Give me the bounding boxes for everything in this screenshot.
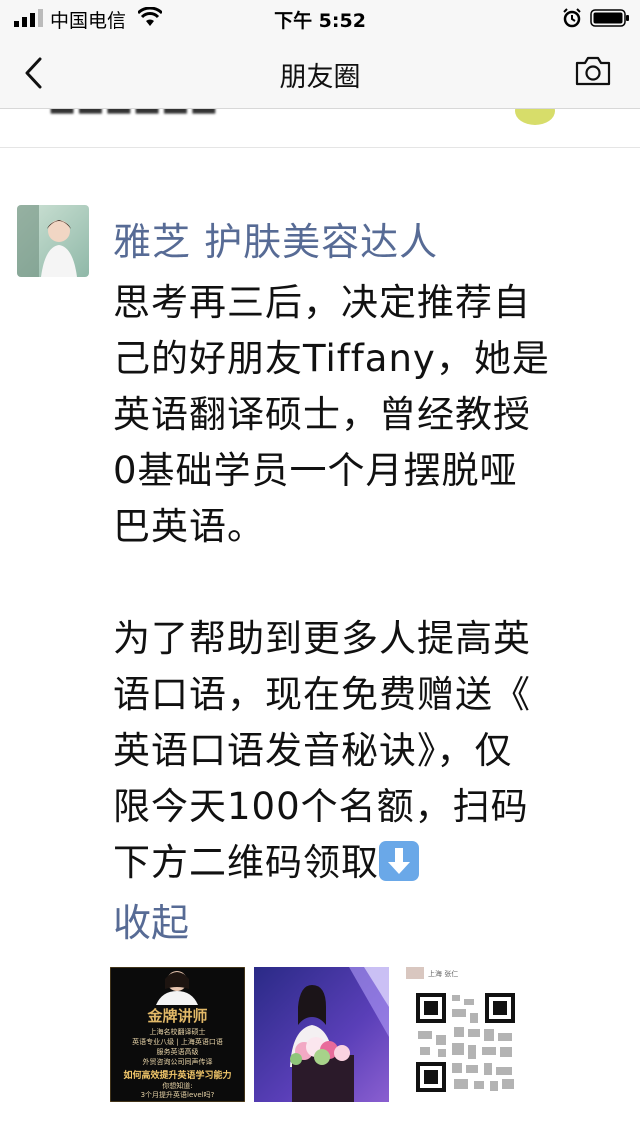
post-line-text: 下方二维码领取 — [113, 841, 379, 884]
post-line: 英语翻译硕士，曾经教授 — [113, 393, 531, 436]
battery-icon — [590, 9, 629, 27]
post-image-speaker[interactable] — [254, 967, 389, 1102]
avatar-image — [17, 205, 89, 277]
cut-text-fragment: ▬ ▬▬▬ — [112, 1134, 235, 1138]
post-body: 思考再三后，决定推荐自 己的好朋友Tiffany，她是 英语翻译硕士，曾经教授 … — [113, 275, 628, 891]
collapse-link[interactable]: 收起 — [113, 892, 189, 947]
post-line: 己的好朋友Tiffany，她是 — [113, 337, 550, 380]
post-image-qrcode[interactable]: 上海 张仁 — [398, 967, 533, 1102]
poster-line: 外贸咨询公司同声传译 — [142, 1058, 213, 1066]
alarm-icon — [563, 8, 581, 28]
post-line: 语口语，现在免费赠送《 — [113, 673, 531, 716]
previous-post-avatar — [515, 109, 555, 125]
poster-heading: 金牌讲师 — [147, 1007, 208, 1025]
post-author-name[interactable]: 雅芝 护肤美容达人 — [113, 211, 438, 266]
poster-line: 3个月提升英语level吗? — [140, 1091, 215, 1099]
previous-post-fragment: ▬▬▬▬▬▬ — [0, 109, 640, 148]
page-title: 朋友圈 — [279, 62, 361, 93]
nav-bar: 朋友圈 — [0, 36, 640, 109]
post-line: 思考再三后，决定推荐自 — [113, 281, 531, 324]
arrow-down-icon — [379, 841, 419, 881]
status-time: 下午 5:52 — [274, 10, 366, 32]
poster-highlight: 如何高效提升英语学习能力 — [123, 1071, 232, 1081]
next-row-fragment: ▬ ▬▬▬ ▬▬ — [0, 1126, 640, 1138]
speaker-photo — [254, 967, 389, 1102]
qr-caption: 上海 张仁 — [428, 970, 459, 978]
poster-line: 服务英语高级 — [156, 1048, 199, 1056]
avatar[interactable] — [17, 205, 89, 277]
qr-code-icon — [398, 967, 533, 1102]
post-line: 英语口语发音秘诀》，仅 — [113, 729, 513, 772]
post-line: 0基础学员一个月摆脱哑 — [113, 449, 518, 492]
post-image-poster[interactable]: 金牌讲师 上海名校翻译硕士 英语专业八级 | 上海英语口语 服务英语高级 外贸咨… — [110, 967, 245, 1102]
post-line: 巴英语。 — [113, 505, 265, 548]
post-line-last: 下方二维码领取 — [113, 835, 628, 891]
cut-text-fragment: ▬▬ — [345, 1134, 402, 1138]
moments-feed[interactable]: ▬▬▬▬▬▬ 雅芝 护肤美容达人 思考再三后，决定推荐自 己的好朋友Tiffan… — [0, 109, 640, 1138]
poster-line: 英语专业八级 | 上海英语口语 — [132, 1038, 223, 1046]
previous-post-text: ▬▬▬▬▬▬ — [48, 109, 218, 124]
poster-line: 上海名校翻译硕士 — [149, 1028, 206, 1036]
post-line: 限今天100个名额，扫码 — [113, 785, 529, 828]
camera-icon[interactable] — [574, 54, 612, 88]
status-bar: 中国电信 下午 5:52 — [0, 0, 640, 36]
post-line: 为了帮助到更多人提高英 — [113, 617, 531, 660]
